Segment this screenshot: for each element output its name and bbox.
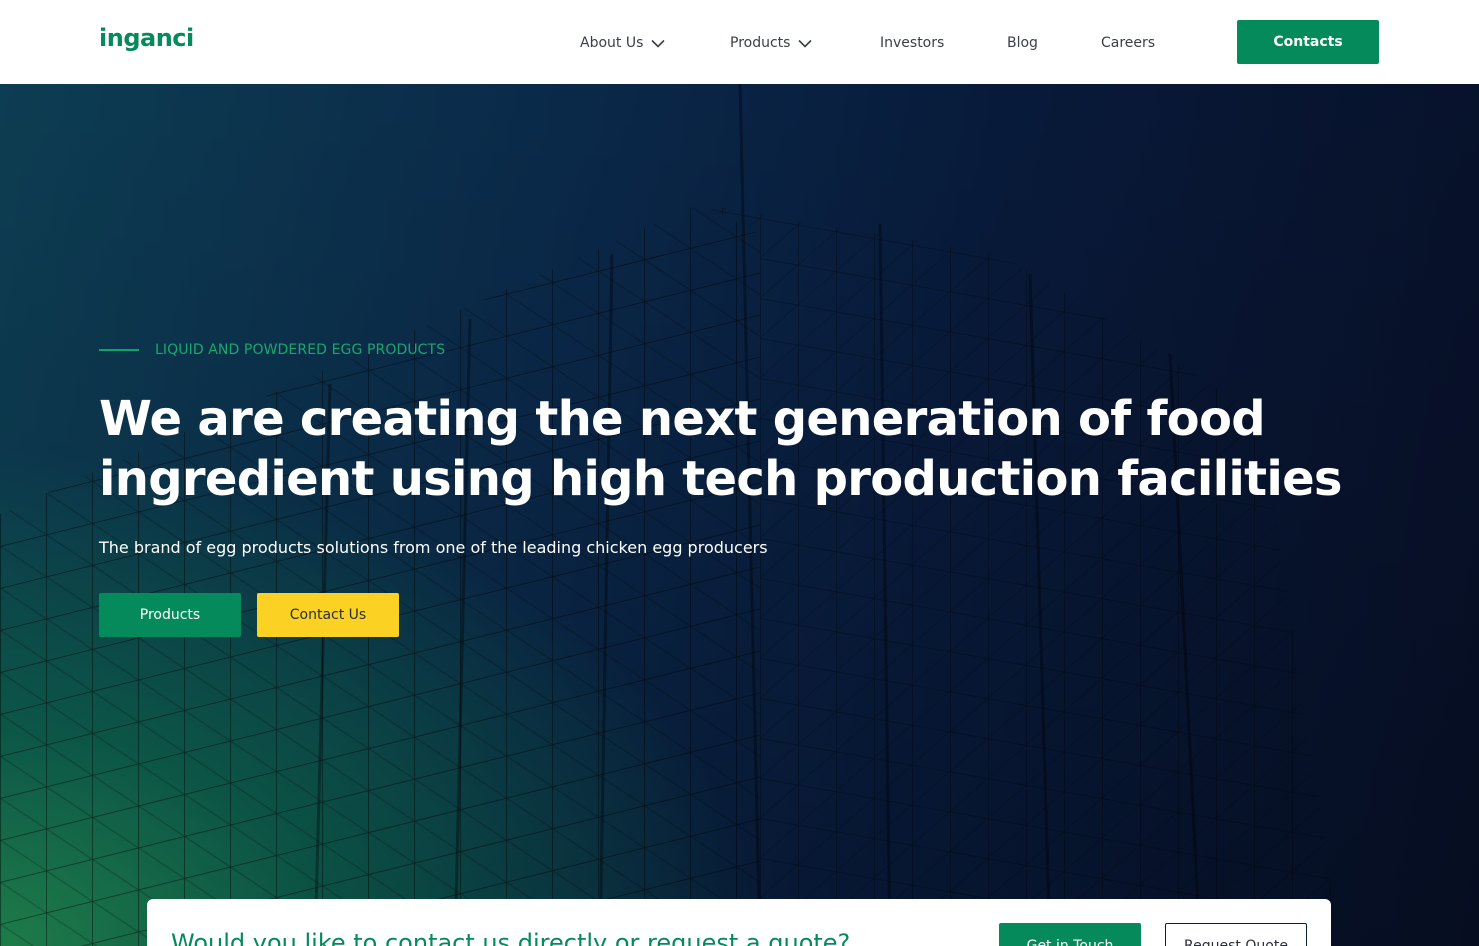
eyebrow-text: LIQUID AND POWDERED EGG PRODUCTS	[155, 342, 446, 358]
hero-subtitle: The brand of egg products solutions from…	[99, 538, 768, 557]
hero-section: LIQUID AND POWDERED EGG PRODUCTS We are …	[0, 84, 1479, 946]
products-button[interactable]: Products	[99, 593, 241, 637]
nav-item-careers[interactable]: Careers	[1101, 33, 1155, 53]
contact-us-button[interactable]: Contact Us	[257, 593, 399, 637]
site-logo[interactable]: inganci	[99, 24, 194, 52]
nav-item-investors[interactable]: Investors	[880, 33, 944, 53]
eyebrow-divider	[99, 349, 139, 351]
hero-title: We are creating the next generation of f…	[99, 389, 1399, 509]
scaffolding-background-image	[0, 84, 1479, 946]
nav-item-label: Products	[730, 35, 791, 51]
nav-item-products[interactable]: Products	[730, 33, 813, 53]
site-header: inganci About Us Products Investors Blog…	[0, 0, 1479, 84]
contacts-button[interactable]: Contacts	[1237, 20, 1379, 64]
hero-title-line: We are creating the next generation of f…	[99, 391, 1266, 447]
nav-item-about-us[interactable]: About Us	[580, 33, 665, 53]
get-in-touch-button[interactable]: Get in Touch	[999, 923, 1141, 946]
nav-item-label: Careers	[1101, 35, 1156, 51]
nav-item-label: About Us	[580, 35, 644, 51]
chevron-down-icon	[651, 39, 665, 48]
nav-item-label: Investors	[880, 35, 945, 51]
quote-heading: Would you like to contact us directly or…	[171, 929, 851, 946]
request-quote-button[interactable]: Request Quote	[1165, 923, 1307, 946]
nav-item-blog[interactable]: Blog	[1007, 33, 1038, 53]
hero-eyebrow: LIQUID AND POWDERED EGG PRODUCTS	[99, 342, 445, 358]
chevron-down-icon	[798, 39, 813, 48]
quote-card: Would you like to contact us directly or…	[147, 899, 1331, 946]
hero-title-line: ingredient using high tech production fa…	[99, 451, 1343, 507]
nav-item-label: Blog	[1007, 35, 1038, 51]
